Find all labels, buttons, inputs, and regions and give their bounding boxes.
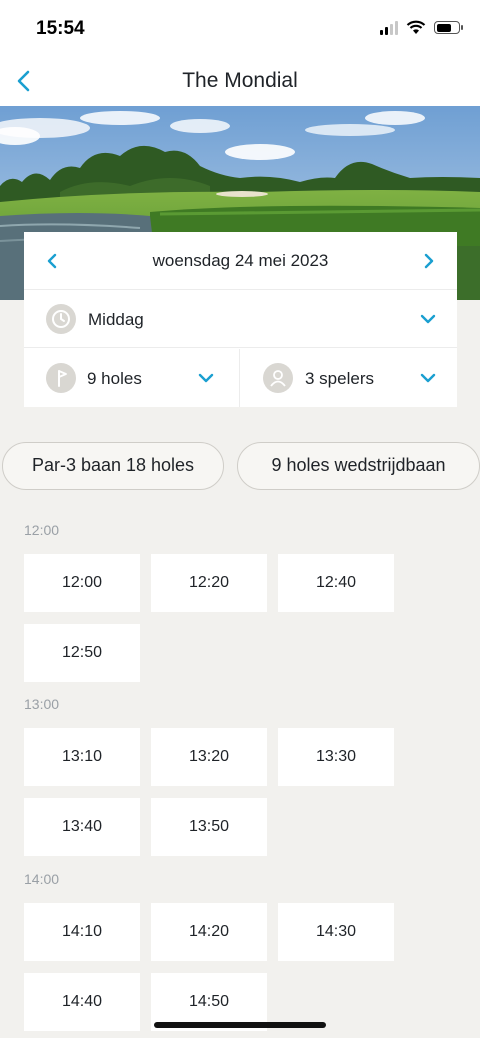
tee-time-slot[interactable]: 12:20 bbox=[151, 554, 267, 612]
page-title: The Mondial bbox=[182, 69, 298, 92]
date-selector: woensdag 24 mei 2023 bbox=[24, 232, 457, 290]
chevron-down-icon bbox=[420, 314, 436, 324]
status-time: 15:54 bbox=[36, 18, 85, 39]
battery-icon bbox=[434, 21, 463, 34]
tee-time-slot[interactable]: 13:10 bbox=[24, 728, 140, 786]
daypart-selector[interactable]: Middag bbox=[24, 290, 457, 348]
person-icon bbox=[263, 363, 293, 393]
chevron-down-icon bbox=[420, 373, 436, 383]
course-chip-par3[interactable]: Par-3 baan 18 holes bbox=[2, 442, 224, 490]
clock-icon bbox=[46, 304, 76, 334]
tee-time-slot[interactable]: 14:10 bbox=[24, 903, 140, 961]
chevron-down-icon bbox=[198, 373, 214, 383]
selected-date: woensdag 24 mei 2023 bbox=[152, 251, 329, 270]
wifi-icon bbox=[406, 20, 426, 34]
next-date-button[interactable] bbox=[415, 247, 443, 275]
daypart-label: Middag bbox=[88, 310, 144, 329]
tee-time-slot[interactable]: 12:00 bbox=[24, 554, 140, 612]
tee-time-slot[interactable]: 13:50 bbox=[151, 798, 267, 856]
hour-label: 12:00 bbox=[24, 522, 60, 538]
holes-label: 9 holes bbox=[87, 369, 142, 388]
tee-time-slot[interactable]: 14:30 bbox=[278, 903, 394, 961]
hour-label: 13:00 bbox=[24, 696, 60, 712]
tee-time-slot[interactable]: 13:40 bbox=[24, 798, 140, 856]
players-label: 3 spelers bbox=[305, 369, 374, 388]
nav-bar: The Mondial bbox=[0, 56, 480, 106]
status-bar: 15:54 bbox=[0, 0, 480, 56]
hour-label: 14:00 bbox=[24, 871, 60, 887]
chevron-right-icon bbox=[424, 253, 434, 269]
tee-time-slot[interactable]: 14:40 bbox=[24, 973, 140, 1031]
course-chip-9holes[interactable]: 9 holes wedstrijdbaan bbox=[237, 442, 480, 490]
options-row: 9 holes 3 spelers bbox=[24, 349, 457, 407]
booking-options-card: woensdag 24 mei 2023 Middag 9 holes 3 sp… bbox=[24, 232, 457, 407]
players-selector[interactable]: 3 spelers bbox=[241, 349, 457, 407]
tee-time-slot[interactable]: 14:20 bbox=[151, 903, 267, 961]
flag-icon bbox=[46, 363, 76, 393]
tee-time-slot[interactable]: 12:40 bbox=[278, 554, 394, 612]
tee-time-slot[interactable]: 13:20 bbox=[151, 728, 267, 786]
status-icons bbox=[380, 20, 463, 35]
home-indicator bbox=[154, 1022, 326, 1028]
signal-icon bbox=[380, 20, 398, 35]
holes-selector[interactable]: 9 holes bbox=[24, 349, 240, 407]
tee-time-slot[interactable]: 13:30 bbox=[278, 728, 394, 786]
tee-time-slot[interactable]: 12:50 bbox=[24, 624, 140, 682]
